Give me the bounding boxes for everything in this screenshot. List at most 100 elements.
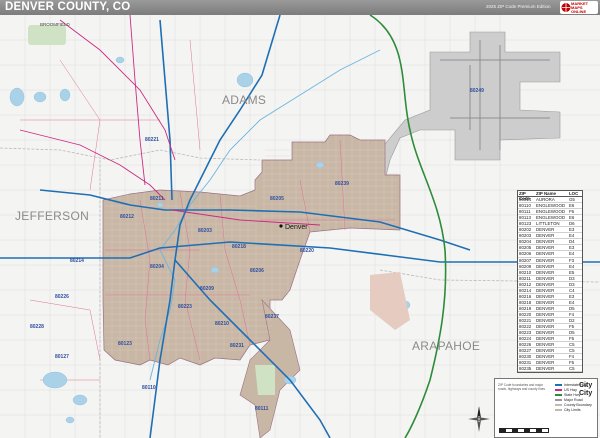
zip-label: 80123: [118, 341, 132, 347]
zip-index-cell: DENVER: [536, 348, 555, 354]
zip-index-cell: 80207: [519, 257, 532, 263]
zip-index-cell: 80224: [519, 336, 532, 342]
legend-row-state-hwy: State Hwy: [555, 393, 580, 397]
north-arrow-icon: [468, 406, 490, 432]
zip-index-cell: 80212: [519, 281, 532, 287]
zip-index-cell: 80209: [519, 263, 532, 269]
title-bar: DENVER COUNTY, CO 2025 ZIP Code Premium …: [0, 0, 600, 15]
zip-label: 80249: [470, 88, 484, 94]
zip-index-cell: DENVER: [536, 269, 555, 275]
map-legend: ZIP Code boundaries and major roads, hig…: [494, 378, 598, 438]
zip-index-cell: 80214: [519, 287, 532, 293]
zip-label: 80211: [150, 196, 164, 202]
zip-label: 80111: [255, 406, 269, 412]
legend-row-us-hwy: US Hwy: [555, 388, 577, 392]
zip-index-cell: E4: [569, 251, 575, 257]
zip-index-cell: 80206: [519, 251, 532, 257]
zip-index-cell: DENVER: [536, 324, 555, 330]
zip-index-cell: E3: [569, 245, 575, 251]
city-marker-denver: [279, 224, 283, 228]
zip-index-cell: C5: [569, 348, 575, 354]
zip-index-cell: 80205: [519, 245, 532, 251]
scale-bar: [499, 428, 549, 433]
zip-index-cell: E4: [569, 233, 575, 239]
map-page: DENVER COUNTY, CO 2025 ZIP Code Premium …: [0, 0, 600, 438]
zip-index-cell: 80222: [519, 324, 532, 330]
zip-index-cell: LITTLETON: [536, 221, 560, 227]
legend-row-major-road: Major Road: [555, 398, 583, 402]
zip-index-cell: 80227: [519, 348, 532, 354]
legend-row-city-limits: City Limits: [555, 408, 581, 412]
county-label-broomfield: BROOMFIELD: [40, 22, 71, 27]
zip-index-row: 80236DENVERD5: [518, 372, 582, 373]
zip-index-cell: DENVER: [536, 354, 555, 360]
zip-index-cell: DENVER: [536, 342, 555, 348]
zip-label: 80237: [265, 314, 279, 320]
zip-code-index-table: ZIP Code ZIP Name LOC 80014 AURORA G5 80110 ENG…: [517, 190, 583, 373]
county-label-jefferson: JEFFERSON: [15, 209, 89, 223]
zip-index-cell: DENVER: [536, 227, 555, 233]
zip-index-cell: E5: [569, 269, 575, 275]
zip-label: 80204: [150, 264, 164, 270]
legend-note: ZIP Code boundaries and major roads, hig…: [498, 383, 545, 391]
zip-index-cell: DENVER: [536, 305, 555, 311]
zip-label: 80223: [178, 304, 192, 310]
zip-index-cell: ENGLEWOOD: [536, 203, 566, 209]
zip-index-cell: C4: [569, 287, 575, 293]
zip-index-cell: 80113: [519, 215, 531, 221]
county-label-arapahoe: ARAPAHOE: [412, 339, 480, 353]
zip-index-cell: DENVER: [536, 317, 555, 323]
zip-index-cell: DENVER: [536, 330, 555, 336]
zip-index-cell: E4: [569, 263, 575, 269]
zip-index-cell: DENVER: [536, 251, 555, 257]
zip-index-cell: E3: [569, 293, 575, 299]
zip-index-cell: F4: [569, 354, 575, 360]
zip-index-cell: E6: [569, 203, 575, 209]
edition-note: 2025 ZIP Code Premium Edition: [486, 4, 551, 9]
zip-index-cell: DENVER: [536, 233, 555, 239]
city-label-denver: Denver: [285, 224, 308, 231]
zip-label: 80214: [70, 258, 84, 264]
legend-city-sample-1: City: [579, 382, 593, 389]
zip-index-cell: E6: [569, 215, 575, 221]
map-canvas: ADAMS JEFFERSON ARAPAHOE BROOMFIELD Denv…: [0, 15, 600, 438]
zip-index-cell: 80110: [519, 203, 531, 209]
zip-index-cell: DENVER: [536, 366, 555, 372]
zip-index-cell: F5: [569, 360, 575, 366]
zip-label: 80203: [198, 228, 212, 234]
zip-index-cell: 80230: [519, 354, 532, 360]
zip-index-cell: 80223: [519, 330, 532, 336]
zip-index-cell: 80216: [519, 293, 532, 299]
zip-index-cell: 80221: [519, 317, 532, 323]
zip-index-cell: F5: [569, 336, 575, 342]
zip-index-cell: LOC: [569, 191, 579, 196]
zip-index-cell: DENVER: [536, 293, 555, 299]
zip-index-cell: 80203: [519, 233, 532, 239]
zip-index-cell: 80226: [519, 342, 532, 348]
zip-label: 80218: [232, 244, 246, 250]
zip-index-cell: F4: [569, 311, 575, 317]
zip-index-cell: C5: [569, 342, 575, 348]
zip-index-cell: D2: [569, 317, 575, 323]
zip-label: 80205: [270, 196, 284, 202]
zip-index-cell: DENVER: [536, 239, 555, 245]
zip-label: 80110: [142, 385, 156, 391]
map-title: DENVER COUNTY, CO: [5, 1, 131, 13]
zip-index-cell: 80204: [519, 239, 532, 245]
zip-index-cell: ZIP Name: [536, 191, 556, 196]
zip-label: 80210: [215, 321, 229, 327]
zip-index-cell: 80235: [519, 366, 532, 372]
zip-label: 80212: [120, 214, 134, 220]
zip-index-cell: E3: [569, 227, 575, 233]
logo-line-3: ONLINE: [571, 9, 587, 15]
zip-index-cell: DENVER: [536, 257, 555, 263]
zip-index-cell: DENVER: [536, 299, 555, 305]
zip-index-cell: DENVER: [536, 287, 555, 293]
zip-label: 80221: [145, 137, 159, 143]
zip-label: 80231: [230, 343, 244, 349]
zip-index-cell: C5: [569, 366, 575, 372]
zip-index-cell: DENVER: [536, 360, 555, 366]
zip-label: 80220: [300, 248, 314, 254]
zip-label: 80209: [200, 286, 214, 292]
county-label-adams: ADAMS: [222, 93, 266, 107]
